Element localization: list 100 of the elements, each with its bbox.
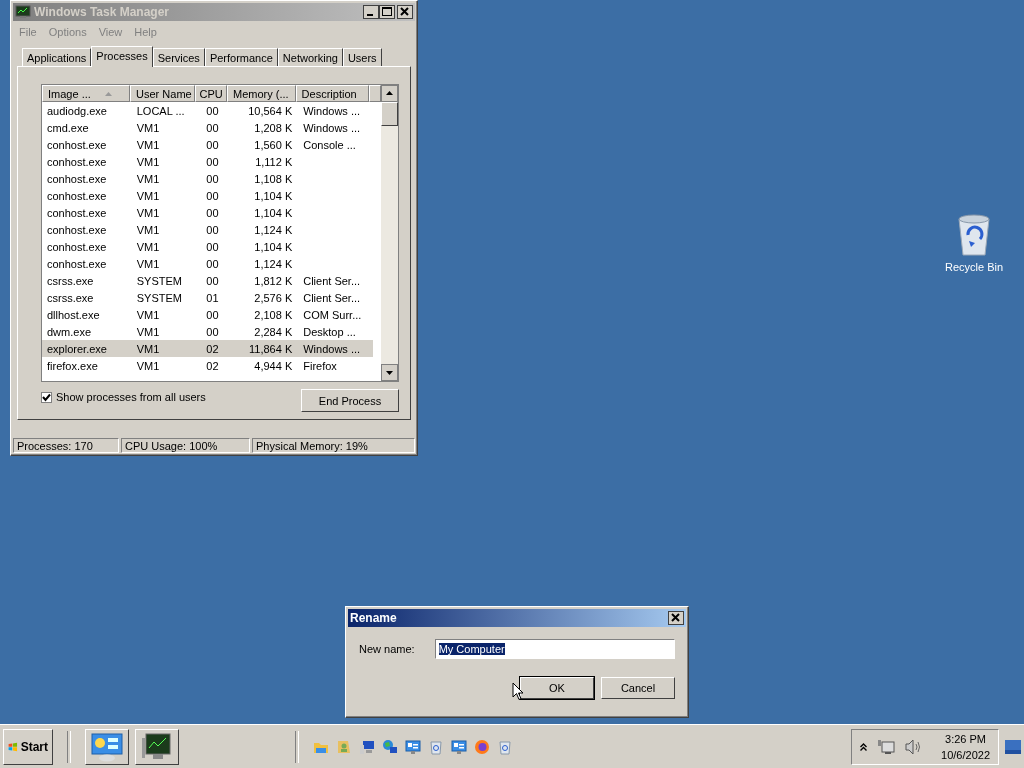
close-icon[interactable] [668,611,684,625]
mouse-pointer-icon [512,682,524,701]
table-row[interactable]: audiodg.exe LOCAL ... 00 10,564 K Windows ... [42,102,373,119]
column-header[interactable]: Description [295,85,369,102]
table-cell: conhost.exe [47,240,107,253]
table-cell: 00 [206,325,219,338]
tab[interactable]: Users [342,48,382,66]
table-cell: VM1 [136,325,160,338]
table-cell: VM1 [136,308,160,321]
scroll-thumb[interactable] [381,102,398,126]
show-desktop-icon[interactable] [1005,739,1021,754]
table-cell: Console ... [303,138,356,151]
table-cell: VM1 [136,359,160,372]
table-cell: Windows ... [303,342,361,355]
table-cell: 1,124 K [254,223,293,236]
scroll-down-icon[interactable] [381,364,398,381]
table-row[interactable]: cmd.exe VM1 00 1,208 K Windows ... [42,119,373,136]
start-button[interactable]: Start [3,728,53,765]
taskbar-button[interactable] [135,728,179,765]
table-row[interactable]: csrss.exe SYSTEM 00 1,812 K Client Ser... [42,272,373,289]
scrollbar[interactable] [381,85,398,381]
table-cell: VM1 [136,189,160,202]
table-cell: 1,108 K [254,172,293,185]
sort-arrow-icon [104,91,112,96]
tab[interactable]: Networking [277,48,343,66]
table-cell: 00 [206,172,219,185]
table-row[interactable]: conhost.exe VM1 00 1,112 K [42,153,373,170]
tab[interactable]: Performance [204,48,278,66]
table-cell: 00 [206,104,219,117]
table-cell: cmd.exe [47,121,89,134]
table-cell: VM1 [136,172,160,185]
ok-button[interactable]: OK [520,677,594,699]
table-row[interactable]: conhost.exe VM1 00 1,108 K [42,170,373,187]
table-cell: conhost.exe [47,257,107,270]
recycle-bin-icon [955,213,993,257]
table-cell: 00 [206,240,219,253]
table-row[interactable]: conhost.exe VM1 00 1,560 K Console ... [42,136,373,153]
dashboard-icon [91,731,123,762]
table-row[interactable]: conhost.exe VM1 00 1,104 K [42,204,373,221]
status-text: Physical Memory: 19% [252,438,415,453]
table-cell: 1,104 K [254,189,293,202]
table-cell: VM1 [136,206,160,219]
dialog-title: Rename [350,611,398,625]
table-cell: 2,576 K [254,291,293,304]
table-cell: 01 [206,291,219,304]
table-cell: 1,112 K [255,155,293,168]
table-row[interactable]: conhost.exe VM1 00 1,124 K [42,221,373,238]
table-row[interactable]: conhost.exe VM1 00 1,104 K [42,238,373,255]
column-header[interactable]: CPU [195,85,228,102]
table-cell: SYSTEM [136,291,182,304]
monitor-icon[interactable] [359,738,375,755]
table-cell: Windows ... [303,104,361,117]
taskbar-button[interactable] [85,728,129,765]
window-title: Windows Task Manager [34,5,171,19]
window-icon[interactable] [405,738,421,755]
table-cell: Firefox [303,359,337,372]
window-icon[interactable] [451,738,467,755]
table-cell: 1,560 K [254,138,293,151]
table-cell: VM1 [136,223,160,236]
checkmark-icon [42,392,51,402]
table-row[interactable]: dllhost.exe VM1 00 2,108 K COM Surr... [42,306,373,323]
field-label: New name: [359,643,415,655]
table-cell: 00 [206,206,219,219]
table-row[interactable]: firefox.exe VM1 02 4,944 K Firefox [42,357,373,374]
table-cell: conhost.exe [47,206,107,219]
table-cell: 1,104 K [254,240,293,253]
table-row[interactable]: dwm.exe VM1 00 2,284 K Desktop ... [42,323,373,340]
selected-row[interactable]: explorer.exe VM1 02 11,864 K Windows ... [42,340,373,357]
browser-icon[interactable] [474,738,490,755]
table-cell: 00 [206,274,219,287]
network-icon[interactable] [877,738,896,755]
globe-monitor-icon[interactable] [382,738,398,755]
tab[interactable]: Services [152,48,205,66]
chevron-up-icon[interactable] [860,742,868,751]
clock-time: 3:26 PM [945,731,986,747]
table-cell: conhost.exe [47,189,107,202]
table-cell: 1,812 K [254,274,293,287]
table-row[interactable]: conhost.exe VM1 00 1,124 K [42,255,373,272]
table-cell: Client Ser... [303,291,361,304]
scroll-up-icon[interactable] [381,85,398,102]
checkbox[interactable] [41,391,52,403]
table-cell: 00 [206,308,219,321]
table-cell: VM1 [136,342,160,355]
recycle-bin-icon[interactable] [497,738,513,755]
recycle-bin-icon[interactable] [428,738,444,755]
table-row[interactable]: conhost.exe VM1 00 1,104 K [42,187,373,204]
icon-label[interactable]: Recycle Bin [944,261,1004,273]
cancel-button[interactable]: Cancel [601,677,675,699]
table-cell: 4,944 K [254,359,293,372]
tab[interactable]: Applications [22,48,92,66]
name-field[interactable]: My Computer [434,639,675,659]
column-header[interactable]: Image ... [42,85,131,102]
table-cell: 1,124 K [254,257,293,270]
tab[interactable]: Processes [91,46,153,67]
table-cell: VM1 [136,257,160,270]
column-header[interactable]: User Name [130,85,196,102]
end-process-button[interactable]: End Process [301,389,399,412]
table-cell: 00 [206,121,219,134]
table-row[interactable]: csrss.exe SYSTEM 01 2,576 K Client Ser... [42,289,373,306]
column-header[interactable]: Memory (... [227,85,296,102]
